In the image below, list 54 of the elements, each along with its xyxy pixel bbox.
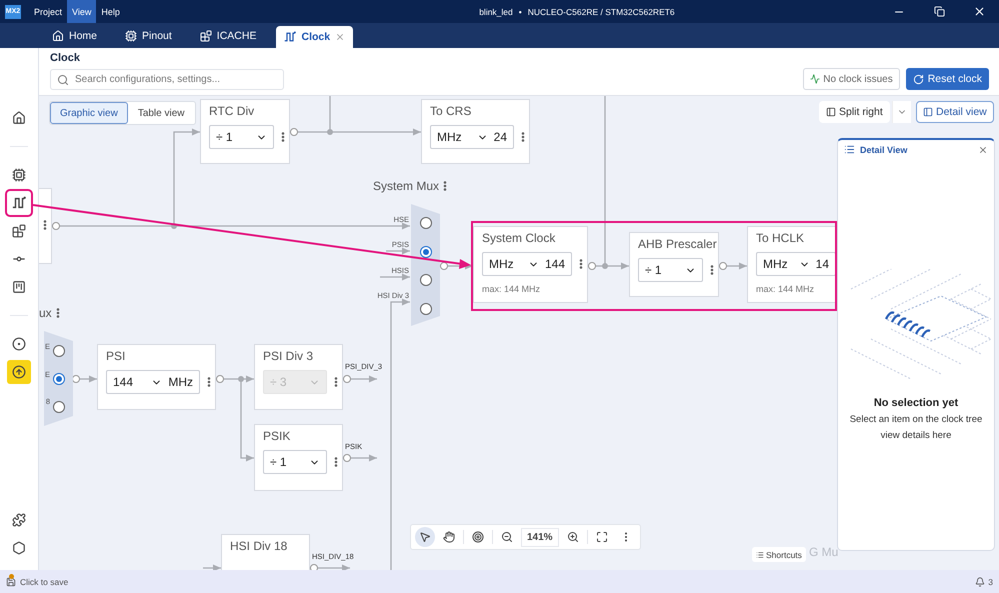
mux-label: System Mux [373,179,440,193]
empty-state-text: Select an item on the clock tree [850,414,982,425]
page-title: Clock [50,52,81,64]
tab[interactable]: Pinout [117,23,180,48]
clock-block[interactable]: PSI 144 MHz [97,344,216,410]
reset-clock-button[interactable]: Reset clock [906,68,989,90]
notifications-button[interactable]: 3 [975,576,993,586]
block-title: To CRS [430,104,472,118]
tab[interactable]: Home [44,23,106,48]
view-toggle[interactable]: Table view [128,102,195,124]
clock-block[interactable]: To CRS MHz 24 [421,99,530,164]
block-title: RTC Div [209,104,256,118]
menu-item[interactable]: View [67,0,96,23]
tab[interactable]: Clock [276,26,354,48]
block-select[interactable]: MHz 24 [430,125,514,149]
panel-title: Detail View [860,144,908,154]
empty-state-title: No selection yet [874,397,958,409]
block-select[interactable]: ÷ 1 [638,258,703,282]
block-title: To HCLK [756,231,806,245]
mux-label: ux [39,306,52,320]
search-field[interactable]: Search configurations, settings... [50,69,284,90]
block-title: HSI Div 18 [230,539,288,553]
view-toggle[interactable]: Graphic view [50,102,128,124]
clock-block[interactable]: System Clock MHz 144 max: 144 MHz [473,226,588,303]
max-frequency-note: max: 144 MHz [482,284,542,294]
clock-block[interactable]: HSI Div 18 [221,534,310,570]
clock-block[interactable]: AHB Prescaler ÷ 1 [629,232,719,297]
block-select[interactable]: 144 MHz [106,370,200,394]
project-name: blink_led [479,6,513,16]
detail-view-button[interactable]: Detail view [916,101,994,123]
block-title: PSIK [263,429,292,443]
save-button[interactable]: Click to save [6,576,68,586]
block-title: PSI Div 3 [263,349,314,363]
split-right-button[interactable]: Split right [819,101,890,123]
block-title: PSI [106,349,126,363]
clock-block[interactable]: RTC Div ÷ 1 [200,99,290,164]
shortcuts-button[interactable]: Shortcuts [752,547,806,562]
zoom-level: 141% [521,528,559,546]
block-select[interactable]: MHz 14 [756,252,836,276]
separator-dot: • [518,6,522,16]
empty-state-text: view details here [880,430,952,441]
block-title: System Clock [482,231,556,245]
block-select[interactable]: ÷ 1 [263,450,327,474]
menu-item[interactable]: Help [96,0,125,23]
clock-block[interactable]: PSIK ÷ 1 [254,424,343,491]
clock-status-button[interactable]: No clock issues [803,68,900,90]
menu-item[interactable]: Project [29,0,68,23]
tab[interactable]: ICACHE [192,23,264,48]
clock-block[interactable]: To HCLK MHz 14 max: 144 MHz [747,226,837,303]
board-name: NUCLEO-C562RE / STM32C562RET6 [528,6,675,16]
block-select[interactable]: ÷ 1 [209,125,274,149]
block-select[interactable]: MHz 144 [482,252,572,276]
max-frequency-note: max: 144 MHz [756,284,816,294]
block-title: AHB Prescaler [638,237,718,251]
